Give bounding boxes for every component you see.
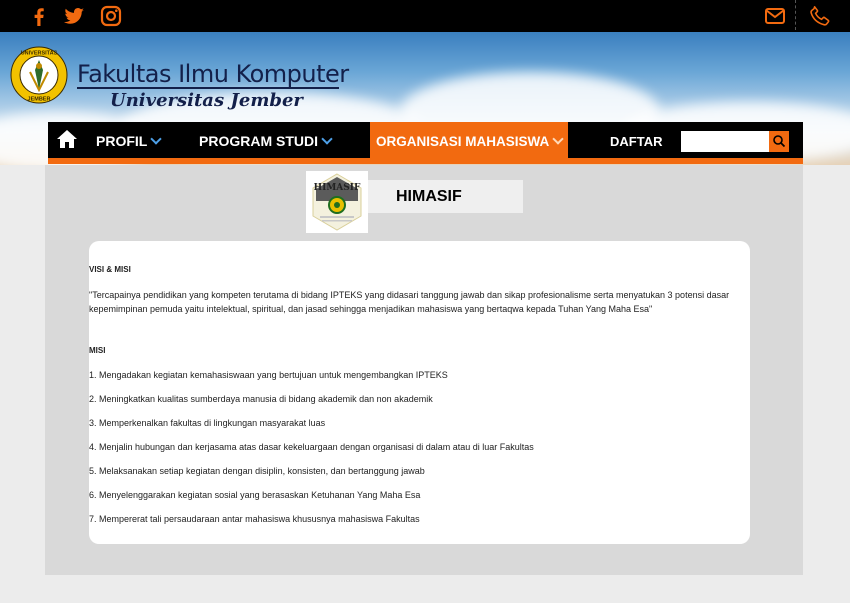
nav-accent-line: [48, 158, 803, 164]
search-button[interactable]: [769, 131, 789, 152]
nav-item-program-studi[interactable]: PROGRAM STUDI: [199, 122, 333, 159]
university-logo[interactable]: UNIVERSITAS JEMBER: [10, 46, 68, 104]
nav-label: PROGRAM STUDI: [199, 133, 318, 149]
home-icon[interactable]: [56, 129, 78, 149]
logo-text-bottom: JEMBER: [28, 97, 51, 103]
top-bar: [0, 0, 850, 32]
search-input[interactable]: [681, 131, 769, 152]
chevron-down-icon: [150, 133, 163, 145]
main-content: HIMASIF HIMASIF VISI & MISI "Tercapainya…: [45, 165, 803, 575]
site-title[interactable]: Fakultas Ilmu Komputer: [77, 60, 349, 88]
misi-item: 1. Mengadakan kegiatan kemahasiswaan yan…: [89, 370, 448, 380]
nav-label: DAFTAR: [610, 134, 663, 149]
mail-icon[interactable]: [763, 4, 787, 28]
title-underline: [77, 87, 339, 89]
org-logo: HIMASIF: [306, 171, 368, 233]
search-icon: [773, 135, 786, 148]
nav-item-profil[interactable]: PROFIL: [96, 122, 163, 159]
chevron-down-icon: [321, 133, 333, 145]
org-name: HIMASIF: [396, 188, 462, 205]
misi-item: 4. Menjalin hubungan dan kerjasama atas …: [89, 442, 534, 452]
logo-text-top: UNIVERSITAS: [21, 51, 58, 57]
facebook-icon[interactable]: [27, 4, 51, 28]
nav-item-organisasi-mahasiswa[interactable]: ORGANISASI MAHASISWA: [370, 122, 569, 159]
nav-label: ORGANISASI MAHASISWA: [376, 134, 550, 149]
chevron-down-icon: [552, 133, 564, 145]
instagram-icon[interactable]: [99, 4, 123, 28]
misi-item: 6. Menyelenggarakan kegiatan sosial yang…: [89, 490, 421, 500]
misi-item: 2. Meningkatkan kualitas sumberdaya manu…: [89, 394, 433, 404]
main-nav: PROFIL PROGRAM STUDI ORGANISASI MAHASISW…: [48, 122, 803, 159]
site-subtitle: Universitas Jember: [110, 90, 303, 111]
nav-item-daftar[interactable]: DAFTAR: [610, 122, 662, 159]
org-name-box: HIMASIF: [368, 180, 523, 213]
org-logo-text: HIMASIF: [314, 183, 361, 193]
twitter-icon[interactable]: [62, 4, 86, 28]
misi-item: 7. Mempererat tali persaudaraan antar ma…: [89, 514, 420, 524]
phone-icon[interactable]: [808, 4, 832, 28]
visi-misi-card: VISI & MISI "Tercapainya pendidikan yang…: [89, 241, 750, 544]
misi-item: 3. Memperkenalkan fakultas di lingkungan…: [89, 418, 326, 428]
visi-text: "Tercapainya pendidikan yang kompeten te…: [89, 290, 730, 314]
misi-item: 5. Melaksanakan setiap kegiatan dengan d…: [89, 466, 425, 476]
divider: [795, 0, 796, 30]
misi-heading: MISI: [89, 346, 106, 355]
nav-label: PROFIL: [96, 133, 148, 149]
visi-misi-heading: VISI & MISI: [89, 265, 131, 274]
